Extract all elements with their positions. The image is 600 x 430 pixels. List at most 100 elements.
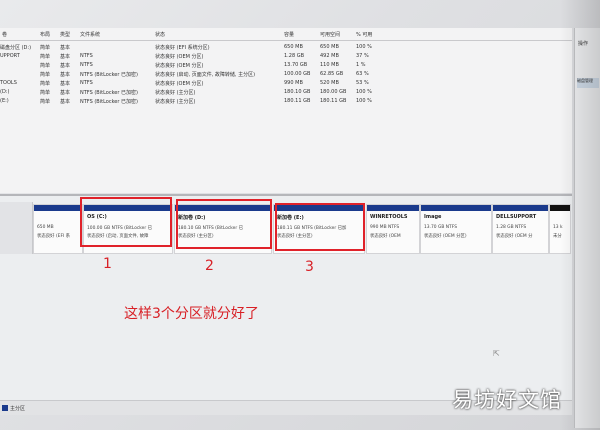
row-pct: 100 % — [356, 44, 372, 50]
col-filesystem[interactable]: 文件系统 — [80, 31, 100, 38]
row-type: 基本 — [60, 72, 71, 78]
col-layout[interactable]: 布局 — [40, 31, 50, 38]
row-fs: NTFS — [80, 62, 93, 68]
col-percent[interactable]: % 可用 — [356, 31, 372, 38]
row-layout: 简单 — [40, 81, 51, 87]
table-row[interactable]: (D:) 简单 基本 NTFS (BitLocker 已加密) 状态良好 (主分… — [0, 88, 572, 97]
mouse-cursor-icon: ⇱ — [493, 349, 500, 358]
row-pct: 37 % — [356, 53, 369, 59]
disk-management-window: 卷 布局 类型 文件系统 状态 容量 可用空间 % 可用 磁盘分区 (D:) 简… — [0, 0, 600, 430]
col-type[interactable]: 类型 — [60, 31, 70, 38]
row-capacity: 180.11 GB — [284, 98, 311, 104]
partition-title: Image — [424, 214, 442, 220]
partition-bar — [421, 205, 491, 211]
annotation-box-c — [80, 197, 172, 247]
partition-status: 状态良好 (OEM 分区) — [424, 234, 467, 239]
partition-title: WINRETOOLS — [370, 214, 408, 220]
table-row[interactable]: 简单 基本 NTFS 状态良好 (OEM 分区) 13.70 GB 110 MB… — [0, 61, 572, 70]
row-status: 状态良好 (主分区) — [155, 99, 196, 105]
row-fs: NTFS — [80, 80, 93, 86]
partition-size: 1.28 GB NTFS — [496, 225, 527, 230]
table-row[interactable]: (E:) 简单 基本 NTFS (BitLocker 已加密) 状态良好 (主分… — [0, 97, 572, 106]
partition-status: 状态良好 (OEM — [370, 234, 401, 239]
table-row[interactable]: TOOLS 简单 基本 NTFS 状态良好 (OEM 分区) 990 MB 52… — [0, 79, 572, 88]
partition-size: 650 MB — [37, 225, 54, 230]
row-pct: 1 % — [356, 62, 366, 68]
annotation-number-3: 3 — [305, 259, 314, 275]
partition-status: 状态良好 (OEM 分 — [496, 234, 533, 239]
row-type: 基本 — [60, 54, 71, 60]
row-pct: 53 % — [356, 80, 369, 86]
row-type: 基本 — [60, 63, 71, 69]
partition-size: 13.70 GB NTFS — [424, 225, 457, 230]
row-free: 180.00 GB — [320, 89, 347, 95]
row-capacity: 650 MB — [284, 44, 303, 50]
volume-list: 卷 布局 类型 文件系统 状态 容量 可用空间 % 可用 磁盘分区 (D:) 简… — [0, 28, 572, 193]
row-pct: 63 % — [356, 71, 369, 77]
row-free: 62.85 GB — [320, 71, 344, 77]
row-layout: 简单 — [40, 63, 51, 69]
row-fs: NTFS — [80, 53, 93, 59]
annotation-number-1: 1 — [103, 256, 112, 272]
row-layout: 简单 — [40, 45, 51, 51]
row-fs: NTFS (BitLocker 已加密) — [80, 90, 138, 96]
row-status: 状态良好 (EFI 系统分区) — [155, 45, 210, 51]
partition-bar — [367, 205, 419, 211]
row-volume: 磁盘分区 (D:) — [0, 45, 32, 51]
row-type: 基本 — [60, 81, 71, 87]
row-volume: (E:) — [0, 98, 9, 104]
col-free[interactable]: 可用空间 — [320, 31, 340, 38]
row-layout: 简单 — [40, 72, 51, 78]
partition-winretools[interactable]: WINRETOOLS 990 MB NTFS 状态良好 (OEM — [366, 204, 420, 254]
annotation-number-2: 2 — [205, 258, 214, 274]
partition-size: 990 MB NTFS — [370, 225, 400, 230]
table-row[interactable]: 简单 基本 NTFS (BitLocker 已加密) 状态良好 (启动, 页面文… — [0, 70, 572, 79]
row-volume: UPPORT — [0, 53, 20, 59]
annotation-caption: 这样3个分区就分好了 — [124, 306, 259, 322]
row-capacity: 1.28 GB — [284, 53, 305, 59]
partition-image[interactable]: Image 13.70 GB NTFS 状态良好 (OEM 分区) — [420, 204, 492, 254]
row-fs: NTFS (BitLocker 已加密) — [80, 99, 138, 105]
screen-edge-shadow — [560, 0, 600, 430]
row-capacity: 100.00 GB — [284, 71, 311, 77]
row-free: 180.11 GB — [320, 98, 347, 104]
row-free: 110 MB — [320, 62, 339, 68]
annotation-box-e — [275, 203, 365, 251]
row-status: 状态良好 (OEM 分区) — [155, 54, 204, 60]
row-capacity: 990 MB — [284, 80, 303, 86]
table-row[interactable]: 磁盘分区 (D:) 简单 基本 状态良好 (EFI 系统分区) 650 MB 6… — [0, 43, 572, 52]
table-row[interactable]: UPPORT 简单 基本 NTFS 状态良好 (OEM 分区) 1.28 GB … — [0, 52, 572, 61]
row-fs: NTFS (BitLocker 已加密) — [80, 72, 138, 78]
row-capacity: 180.10 GB — [284, 89, 311, 95]
row-layout: 简单 — [40, 54, 51, 60]
annotation-box-d — [176, 199, 272, 249]
partition-status: 状态良好 (EFI 系 — [37, 234, 71, 239]
row-free: 492 MB — [320, 53, 339, 59]
row-volume: TOOLS — [0, 80, 17, 86]
row-status: 状态良好 (主分区) — [155, 90, 196, 96]
partition-efi[interactable]: 650 MB 状态良好 (EFI 系 — [33, 204, 83, 254]
row-free: 520 MB — [320, 80, 339, 86]
partition-dellsupport[interactable]: DELLSUPPORT 1.28 GB NTFS 状态良好 (OEM 分 — [492, 204, 549, 254]
row-type: 基本 — [60, 99, 71, 105]
row-type: 基本 — [60, 90, 71, 96]
col-volume[interactable]: 卷 — [2, 31, 7, 38]
row-volume: (D:) — [0, 89, 10, 95]
row-status: 状态良好 (启动, 页面文件, 故障转储, 主分区) — [155, 72, 256, 78]
col-capacity[interactable]: 容量 — [284, 31, 294, 38]
col-status[interactable]: 状态 — [155, 31, 165, 38]
row-capacity: 13.70 GB — [284, 62, 308, 68]
primary-partition-swatch — [2, 405, 8, 411]
disk-label[interactable] — [0, 202, 33, 254]
row-free: 650 MB — [320, 44, 339, 50]
row-pct: 100 % — [356, 89, 372, 95]
row-type: 基本 — [60, 45, 71, 51]
watermark: 易坊好文馆 — [452, 388, 562, 412]
row-status: 状态良好 (OEM 分区) — [155, 63, 204, 69]
partition-bar — [493, 205, 548, 211]
partition-bar — [34, 205, 82, 211]
row-pct: 100 % — [356, 98, 372, 104]
legend-label: 主分区 — [10, 406, 26, 412]
partition-title: DELLSUPPORT — [496, 214, 537, 220]
volume-list-header: 卷 布局 类型 文件系统 状态 容量 可用空间 % 可用 — [0, 28, 572, 41]
